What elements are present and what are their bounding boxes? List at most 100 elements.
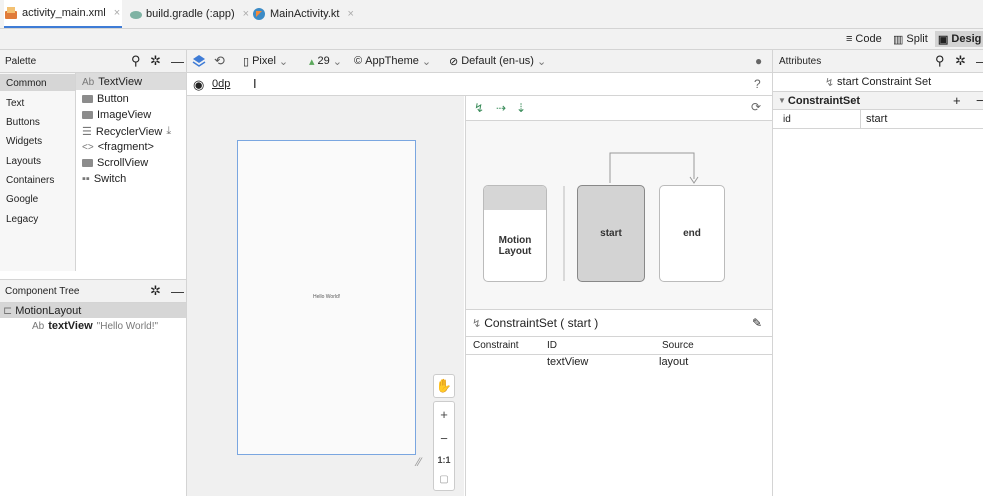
motion-overview: Motion Layout start end (466, 121, 772, 309)
palette-header: Palette ⚲ ✲ — (0, 50, 186, 73)
category-google[interactable]: Google (6, 194, 38, 205)
add-icon[interactable]: + (953, 93, 961, 108)
view-mode-bar: ≡ Code ▥ Split ▣ Desig (0, 29, 983, 50)
category-containers[interactable]: Containers (6, 175, 54, 186)
textview-icon: Ab (82, 76, 95, 88)
category-buttons[interactable]: Buttons (6, 117, 40, 128)
tree-item-textview[interactable]: Ab textView "Hello World!" (32, 319, 158, 333)
layout-icon: ⊏ (3, 305, 13, 317)
widget-fragment[interactable]: <> <fragment> (82, 141, 154, 153)
search-icon[interactable]: ⚲ (935, 53, 945, 69)
code-mode-button[interactable]: ≡ Code (843, 31, 885, 47)
category-legacy[interactable]: Legacy (6, 214, 38, 225)
category-text[interactable]: Text (6, 98, 24, 109)
xml-file-icon (5, 7, 17, 19)
image-icon (82, 111, 93, 119)
start-constraint-card[interactable]: start (577, 185, 645, 282)
theme-label: AppTheme (365, 55, 419, 67)
tab-build-gradle[interactable]: build.gradle (:app) × (128, 0, 249, 28)
locale-label: Default (en-us) (461, 55, 534, 67)
minimize-icon[interactable]: — (976, 54, 983, 69)
device-preview[interactable]: Hello World! (237, 140, 416, 455)
layers-icon (192, 55, 206, 67)
design-mode-button[interactable]: ▣ Desig (935, 31, 983, 47)
widget-imageview[interactable]: ImageView (82, 109, 151, 121)
row-id: textView (547, 356, 589, 368)
resize-handle-icon[interactable]: ⁄⁄ (417, 455, 421, 469)
zoom-in-icon[interactable]: + (440, 407, 448, 422)
card-label: Motion Layout (498, 234, 532, 257)
create-constraint-set-icon[interactable]: ↯ (474, 101, 484, 115)
widget-textview[interactable]: Ab TextView (82, 76, 142, 88)
textview-icon: Ab (32, 320, 45, 332)
minimize-icon[interactable]: — (171, 284, 184, 299)
widget-recyclerview[interactable]: ☰ RecyclerView ⤓ (82, 125, 171, 138)
tab-activity-main[interactable]: activity_main.xml × (4, 0, 122, 28)
chevron-down-icon: ⌄ (421, 55, 432, 68)
theme-selector[interactable]: © AppTheme ⌄ (354, 50, 431, 72)
attribute-value[interactable]: start (866, 113, 887, 125)
attributes-header: Attributes ⚲ ✲ — (773, 50, 983, 73)
editor-tab-bar: activity_main.xml × build.gradle (:app) … (0, 0, 983, 29)
edit-pencil-icon[interactable]: ✎ (752, 316, 762, 330)
scrollview-icon (82, 159, 93, 167)
gear-icon[interactable]: ✲ (955, 53, 966, 69)
create-click-handler-icon[interactable]: ⇣ (516, 101, 526, 115)
widget-switch[interactable]: ▪▪ Switch (82, 173, 126, 185)
default-margin-selector[interactable]: 0dp (212, 78, 230, 90)
device-selector[interactable]: ▯ Pixel ⌄ (243, 50, 288, 72)
widget-button[interactable]: Button (82, 93, 129, 105)
remove-icon[interactable]: − (976, 93, 983, 108)
locale-selector[interactable]: ⊘ Default (en-us) ⌄ (449, 50, 546, 72)
constraint-set-title: ConstraintSet ( start ) (484, 316, 599, 330)
tree-item-motionlayout[interactable]: ⊏ MotionLayout (0, 303, 186, 318)
attribute-key: id (783, 114, 791, 125)
end-constraint-card[interactable]: end (659, 185, 725, 282)
zoom-out-icon[interactable]: − (440, 431, 448, 446)
design-surface-button[interactable] (192, 50, 206, 72)
category-widgets[interactable]: Widgets (6, 136, 42, 147)
preview-textview[interactable]: Hello World! (313, 294, 340, 300)
download-icon[interactable]: ⤓ (166, 125, 171, 138)
category-layouts[interactable]: Layouts (6, 156, 41, 167)
tab-label: build.gradle (:app) (146, 8, 235, 20)
warning-icon[interactable]: ● (755, 50, 762, 72)
zoom-fit-icon[interactable]: ▢ (439, 474, 448, 485)
close-icon[interactable]: × (347, 8, 353, 20)
switch-icon: ▪▪ (82, 173, 90, 185)
pan-tool-button[interactable]: ✋ (433, 374, 455, 398)
category-common[interactable]: Common (6, 78, 47, 89)
layout-toolbar: ⟲ ▯ Pixel ⌄ ▴ 29 ⌄ © AppTheme ⌄ ⊘ Defaul… (187, 50, 772, 73)
split-mode-button[interactable]: ▥ Split (890, 31, 931, 47)
gradle-icon (130, 11, 142, 19)
orientation-icon[interactable]: ⟲ (214, 50, 225, 72)
attribute-row[interactable]: id start (773, 110, 983, 129)
table-row[interactable]: textView layout (466, 355, 772, 371)
close-icon[interactable]: × (114, 7, 120, 19)
attribute-column-divider (860, 110, 861, 128)
gear-icon[interactable]: ✲ (150, 53, 161, 69)
gear-icon[interactable]: ✲ (150, 283, 161, 299)
motion-toolbar: ↯ ⇢ ⇣ ⟳ (466, 96, 772, 121)
api-level-selector[interactable]: ▴ 29 ⌄ (309, 50, 342, 72)
help-icon[interactable]: ? (754, 77, 761, 91)
chevron-down-icon: ⌄ (332, 55, 342, 68)
minimize-icon[interactable]: — (171, 54, 184, 69)
tab-main-activity[interactable]: MainActivity.kt × (252, 0, 354, 28)
widget-scrollview[interactable]: ScrollView (82, 157, 148, 169)
hand-icon: ✋ (435, 378, 453, 393)
chevron-down-icon: ▼ (778, 96, 786, 105)
close-icon[interactable]: × (243, 8, 249, 20)
search-icon[interactable]: ⚲ (131, 53, 141, 69)
cycle-layout-icon[interactable]: ⟳ (751, 100, 761, 114)
zoom-actual-size-button[interactable]: 1:1 (437, 455, 450, 465)
constraint-set-icon: ↯ (472, 317, 482, 330)
create-transition-icon[interactable]: ⇢ (496, 101, 506, 115)
eye-icon[interactable]: ◉ (193, 77, 204, 93)
text-cursor-icon[interactable]: I (253, 76, 257, 91)
widget-label: Button (97, 93, 129, 105)
globe-icon: ⊘ (449, 55, 459, 68)
constraintset-section-header[interactable]: ▼ ConstraintSet + − (773, 92, 983, 110)
tree-item-label: MotionLayout (15, 304, 82, 317)
motion-layout-card[interactable]: Motion Layout (483, 185, 547, 282)
